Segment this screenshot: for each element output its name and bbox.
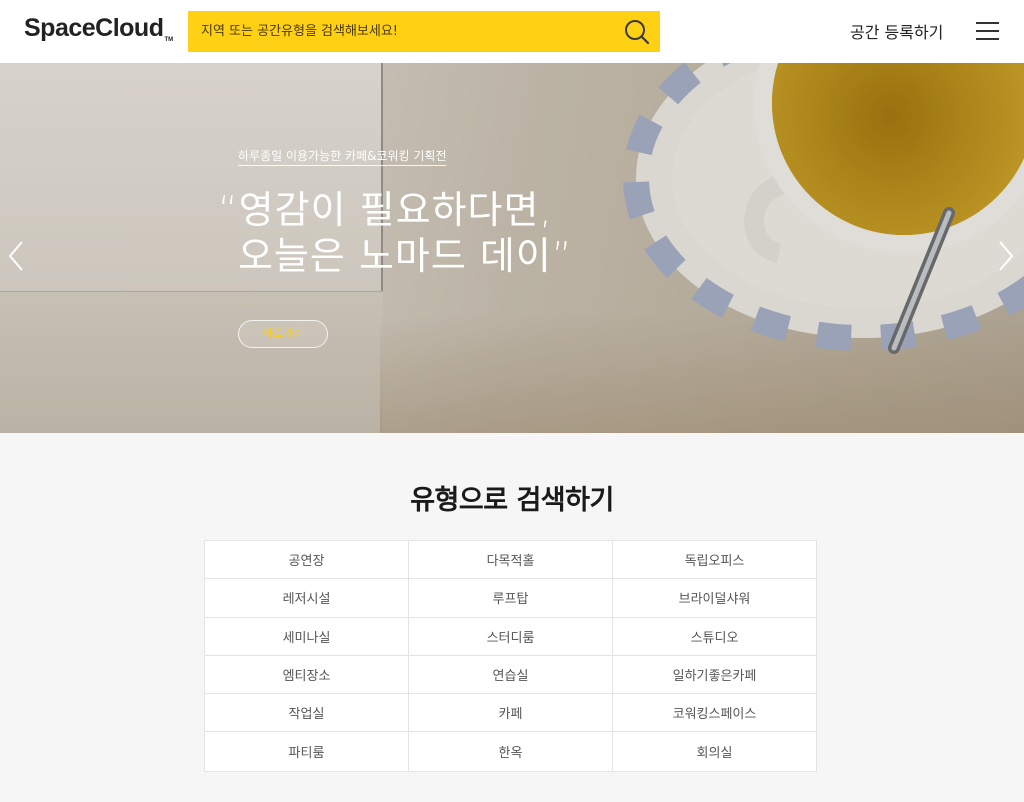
- space-type-item[interactable]: 회의실: [613, 732, 816, 770]
- space-type-item[interactable]: 작업실: [205, 694, 409, 733]
- hamburger-menu-icon[interactable]: [976, 22, 999, 41]
- register-space-link[interactable]: 공간 등록하기: [850, 19, 943, 43]
- hero-title-line2: 오늘은 노마드 데이”: [238, 234, 573, 278]
- hero-title-line1: “영감이 필요하다면,: [218, 188, 553, 232]
- space-type-item[interactable]: 연습실: [409, 655, 613, 695]
- space-type-item[interactable]: 스터디룸: [409, 617, 613, 656]
- chevron-right-icon[interactable]: [996, 239, 1016, 273]
- space-type-item[interactable]: 일하기좋은카페: [613, 656, 816, 695]
- space-type-item[interactable]: 레저시설: [205, 579, 409, 618]
- space-type-item[interactable]: 다목적홀: [409, 541, 613, 580]
- logo-text: SpaceCloud: [24, 14, 164, 42]
- search-button[interactable]: [622, 17, 652, 47]
- space-type-item[interactable]: 브라이덜샤워: [613, 579, 816, 618]
- hero-banner: 하루종일 이용가능한 카페&코워킹 기획전 “영감이 필요하다면, 오늘은 노마…: [0, 63, 1024, 433]
- chevron-left-icon[interactable]: [6, 239, 26, 273]
- search-bar: [188, 11, 660, 52]
- hero-shortcut-button[interactable]: 바로가기: [238, 320, 328, 348]
- space-type-grid: 공연장 다목적홀 독립오피스레저시설 루프탑 브라이덜샤워세미나실 스터디룸 스튜디오엠티장…: [204, 540, 817, 772]
- space-type-item[interactable]: 코워킹스페이스: [613, 694, 816, 733]
- space-type-item[interactable]: 공연장: [205, 541, 409, 580]
- space-type-item[interactable]: 스튜디오: [613, 618, 816, 656]
- hero-title: “영감이 필요하다면, 오늘은 노마드 데이”: [218, 187, 573, 279]
- search-input[interactable]: [188, 11, 608, 52]
- space-type-item[interactable]: 세미나실: [205, 617, 409, 656]
- space-type-item[interactable]: 파티룸: [205, 732, 409, 771]
- space-type-item[interactable]: 루프탑: [409, 579, 613, 618]
- hero-caption[interactable]: 하루종일 이용가능한 카페&코워킹 기획전: [238, 147, 447, 166]
- space-type-item[interactable]: 독립오피스: [613, 541, 816, 580]
- logo-trademark: TM: [164, 37, 174, 43]
- header: SpaceCloudTM 공간 등록하기: [0, 0, 1024, 63]
- search-icon: [625, 20, 650, 45]
- section-title: 유형으로 검색하기: [410, 485, 614, 516]
- space-type-item[interactable]: 한옥: [409, 732, 613, 771]
- space-type-item[interactable]: 엠티장소: [205, 655, 409, 695]
- space-type-item[interactable]: 카페: [409, 694, 613, 733]
- logo[interactable]: SpaceCloudTM: [24, 14, 173, 43]
